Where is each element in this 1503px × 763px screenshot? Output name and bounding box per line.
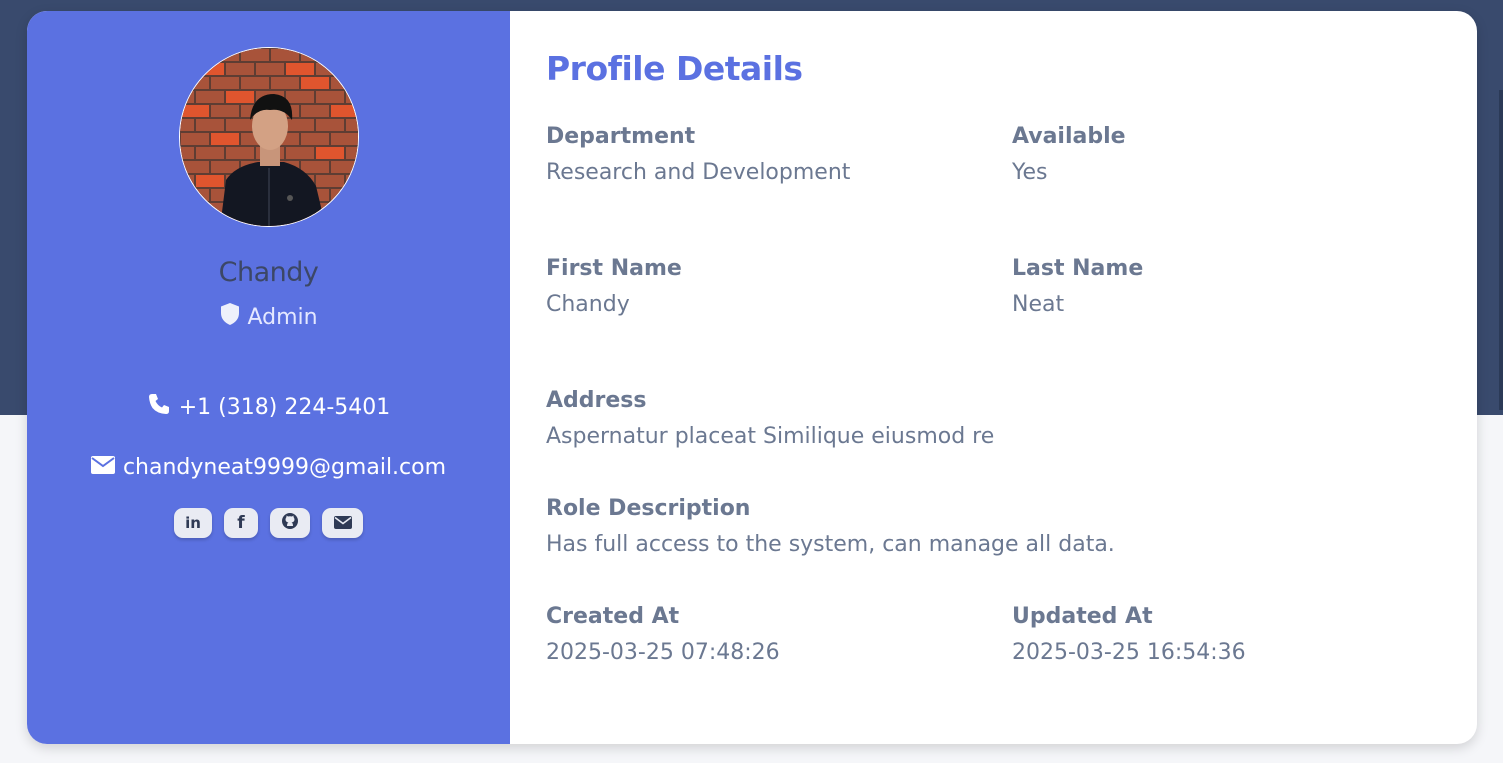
phone-contact[interactable]: +1 (318) 224-5401	[147, 392, 391, 422]
role-description-value: Has full access to the system, can manag…	[546, 531, 1115, 557]
profile-card: Chandy Admin +1 (318) 224-5401 chandynea…	[27, 11, 1477, 744]
address-value: Aspernatur placeat Similique eiusmod re	[546, 423, 995, 449]
profile-sidebar: Chandy Admin +1 (318) 224-5401 chandynea…	[27, 11, 510, 744]
email-contact[interactable]: chandyneat9999@gmail.com	[90, 455, 447, 480]
scrollbar[interactable]	[1499, 90, 1503, 410]
mail-icon	[333, 514, 352, 533]
department-value: Research and Development	[546, 159, 851, 185]
role-label: Admin	[247, 304, 318, 330]
profile-name: Chandy	[218, 257, 319, 288]
page-title: Profile Details	[546, 49, 803, 88]
profile-details: Profile Details Department Research and …	[510, 11, 1477, 744]
shield-icon	[219, 302, 241, 332]
updated-at-label: Updated At	[1012, 604, 1153, 629]
facebook-button[interactable]: f	[224, 508, 258, 538]
facebook-icon: f	[237, 513, 245, 533]
created-at-label: Created At	[546, 604, 680, 629]
avatar	[178, 47, 359, 227]
social-links: in f	[174, 508, 363, 538]
phone-text: +1 (318) 224-5401	[178, 394, 391, 420]
role-description-label: Role Description	[546, 496, 751, 521]
updated-at-value: 2025-03-25 16:54:36	[1012, 639, 1246, 665]
linkedin-icon: in	[185, 514, 201, 532]
envelope-icon	[90, 455, 115, 480]
role-badge: Admin	[219, 302, 318, 332]
mail-button[interactable]	[322, 508, 363, 538]
first-name-label: First Name	[546, 256, 682, 281]
first-name-value: Chandy	[546, 291, 630, 317]
department-label: Department	[546, 124, 696, 149]
phone-icon	[147, 392, 171, 422]
github-button[interactable]	[270, 508, 310, 538]
email-text: chandyneat9999@gmail.com	[122, 455, 447, 480]
last-name-label: Last Name	[1012, 256, 1144, 281]
last-name-value: Neat	[1012, 291, 1065, 317]
available-label: Available	[1012, 124, 1126, 149]
address-label: Address	[546, 388, 647, 413]
linkedin-button[interactable]: in	[174, 508, 212, 538]
available-value: Yes	[1012, 159, 1048, 185]
github-icon	[281, 512, 299, 534]
created-at-value: 2025-03-25 07:48:26	[546, 639, 780, 665]
